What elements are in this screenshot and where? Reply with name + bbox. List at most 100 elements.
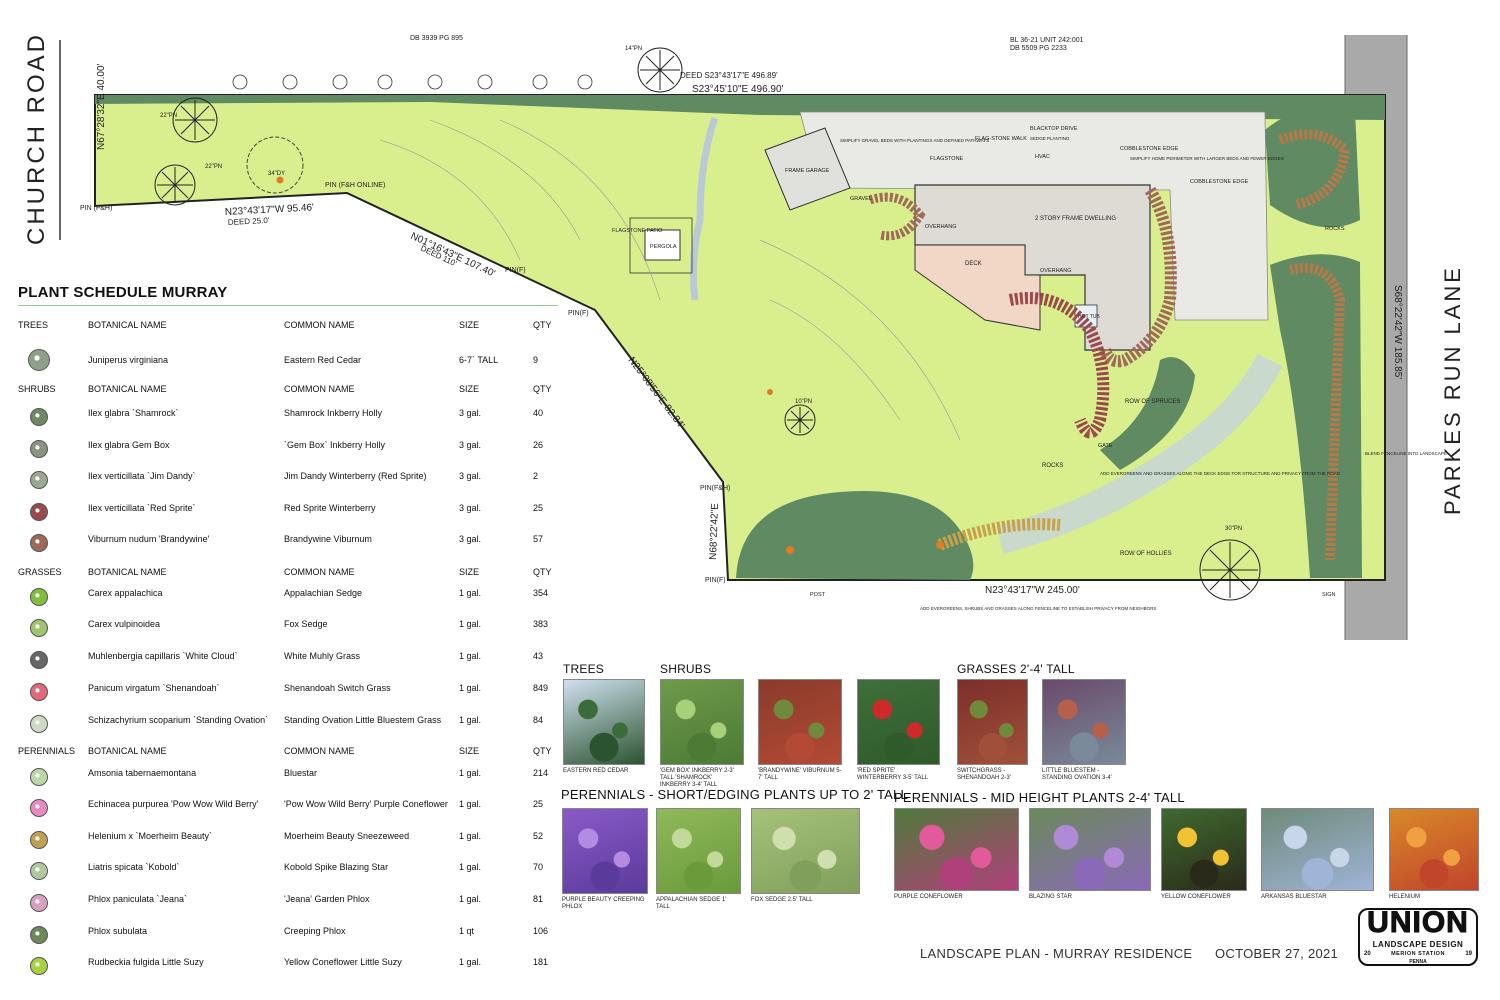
tree-22a-symbol [172,97,218,143]
schedule-row: Liatris spicata `Kobold` Kobold Spike Bla… [18,858,563,880]
schedule-botanical-name: Ilex glabra Gem Box [88,440,170,450]
plant-photo-caption: 'GEM BOX' INKBERRY 2-3' TALL 'SHAMROCK' … [660,768,734,788]
logo-place: MERION STATION [1391,951,1445,957]
schedule-common-name: Jim Dandy Winterberry (Red Sprite) [284,471,427,481]
schedule-common-name: Eastern Red Cedar [284,355,362,365]
plant-photo-blazingstar [1029,808,1151,891]
schedule-qty: 43 [533,651,544,661]
schedule-common-name: Bluestar [284,768,318,778]
schedule-size: 1 gal. [459,831,482,841]
plant-photo-foxsedge [751,808,860,894]
plant-photo-phlox [562,808,648,894]
bearing-west: N67°28'32"E 40.00' [96,63,107,150]
gallery-heading-trees: TREES [563,662,605,676]
deed-top-2: BL 36-21 UNIT 242:001 [1010,37,1084,44]
deed-top-1: DB 3939 PG 895 [410,35,463,42]
plant-photo-amsonia [1261,808,1374,891]
schedule-common-name: Shamrock Inkberry Holly [284,408,383,418]
schedule-size: 1 qt [459,926,475,936]
deed-top-4: DEED S23°43'17"E 496.89' [680,71,778,80]
perennial-symbol [30,926,48,944]
schedule-header-cell: BOTANICAL NAME [88,384,167,394]
bearing-nw: N23°43'17"W 95.46' [225,202,315,218]
schedule-row: Schizachyrium scoparium `Standing Ovatio… [18,711,563,733]
bearing-south: N68°22'42"E [708,503,721,560]
schedule-header-cell: COMMON NAME [284,320,355,330]
schedule-size: 6-7` TALL [459,355,499,365]
schedule-size: 3 gal. [459,534,482,544]
plant-photo-caption: YELLOW CONEFLOWER [1161,894,1231,900]
schedule-qty: 849 [533,683,549,693]
schedule-qty: 84 [533,715,544,725]
plant-schedule: PLANT SCHEDULE MURRAY TREES BOTANICAL NAM… [18,284,563,975]
schedule-size: 1 gal. [459,957,482,967]
schedule-botanical-name: Carex appalachica [88,588,163,598]
perennial-symbol [30,894,48,912]
schedule-qty: 106 [533,926,549,936]
schedule-size: 3 gal. [459,408,482,418]
shrub-symbol [30,408,48,426]
plant-photo-rudbeckia [1161,808,1247,891]
label-gate: GATE [1098,443,1113,449]
deed-top-3: DB 5509 PG 2233 [1010,45,1067,52]
schedule-qty: 81 [533,894,544,904]
shrub-symbol [30,534,48,552]
schedule-qty: 40 [533,408,544,418]
schedule-qty: 2 [533,471,539,481]
logo-state: PENNA [1409,959,1427,965]
schedule-common-name: Shenandoah Switch Grass [284,683,391,693]
schedule-botanical-name: Viburnum nudum 'Brandywine' [88,534,210,544]
schedule-qty: 181 [533,957,549,967]
gallery-heading-grasses: GRASSES 2'-4' TALL [957,662,1075,676]
label-post: POST [810,592,826,598]
pin-5: PIN(F&H) [700,485,730,492]
schedule-header-cell: QTY [533,567,552,577]
tree-30-symbol [1199,539,1261,601]
schedule-header-trees: TREES BOTANICAL NAME COMMON NAME SIZE QTY [18,316,563,336]
note-evergreens: ADD EVERGREENS AND GRASSES ALONG THE DEC… [1100,471,1341,476]
schedule-size: 3 gal. [459,503,482,513]
label-tree-22b: 22"PN [205,164,222,170]
juniper-symbol [28,349,50,371]
schedule-row: Panicum virgatum `Shenandoah` Shenandoah … [18,679,563,701]
schedule-row: Ilex verticillata `Red Sprite` Red Sprite… [18,499,563,521]
schedule-botanical-name: Panicum virgatum `Shenandoah` [88,683,220,693]
schedule-botanical-name: Ilex verticillata `Jim Dandy` [88,471,196,481]
schedule-header-cell: GRASSES [18,567,62,577]
schedule-header-cell: BOTANICAL NAME [88,567,167,577]
label-tree-22a: 22"PN [160,113,177,119]
schedule-qty: 9 [533,355,539,365]
plant-photo-inkberry [660,679,744,765]
logo-wordmark: UNION [1367,906,1469,940]
label-row-of-hollies: ROW OF HOLLIES [1120,551,1172,557]
deed-nw: DEED 25.0' [228,216,270,227]
schedule-row: Phlox paniculata `Jeana` 'Jeana' Garden P… [18,890,563,912]
shrub-symbol [30,503,48,521]
schedule-header-cell: SIZE [459,567,480,577]
schedule-common-name: Yellow Coneflower Little Suzy [284,957,402,967]
schedule-size: 1 gal. [459,715,482,725]
bearing-top: S23°45'10"E 496.90' [692,84,784,95]
schedule-header-shrubs: SHRUBS BOTANICAL NAME COMMON NAME SIZE QTY [18,380,563,400]
plant-photo-caption: PURPLE BEAUTY CREEPING PHLOX [562,897,645,910]
schedule-size: 1 gal. [459,619,482,629]
label-tree-14: 14"PN [625,46,642,52]
schedule-common-name: 'Pow Wow Wild Berry' Purple Coneflower [284,799,448,809]
pin-1: PIN (F&H) [80,205,112,212]
plant-photo-caption: BLAZING STAR [1029,894,1072,900]
gallery-heading-shrubs: SHRUBS [660,662,712,676]
schedule-qty: 214 [533,768,549,778]
schedule-common-name: Creeping Phlox [284,926,346,936]
note-gravel-beds: SIMPLIFY GRAVEL BEDS WITH PLANTINGS AND … [840,138,989,143]
label-overhang-2: OVERHANG [1040,268,1071,274]
schedule-header-cell: QTY [533,320,552,330]
label-flagstone: FLAGSTONE [930,156,964,162]
perennial-symbol [30,957,48,975]
schedule-common-name: Appalachian Sedge [284,588,363,598]
north-tree-row [232,74,593,90]
pin-4: PIN(F) [568,310,589,317]
plant-photo-caption: LITTLE BLUESTEM - STANDING OVATION 3-4' [1042,768,1112,781]
label-row-of-spruces: ROW OF SPRUCES [1125,399,1180,405]
schedule-qty: 383 [533,619,549,629]
plant-photo-winterberry [857,679,940,765]
